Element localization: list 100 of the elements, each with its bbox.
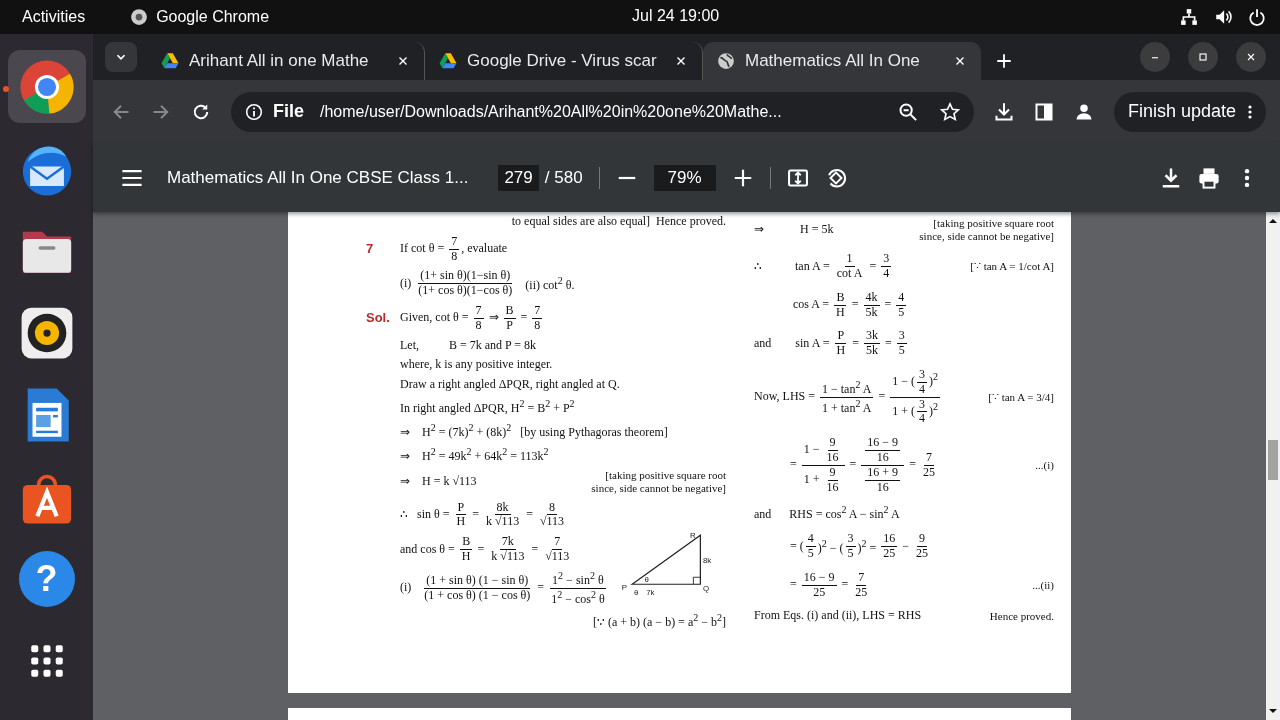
- fraction: B P: [503, 304, 516, 333]
- fraction: 7 8: [449, 234, 460, 264]
- fraction: (1 + sin θ) (1 − sin θ) (1 + cos θ) (1 − cos θ): [423, 573, 532, 603]
- math-text: =: [789, 578, 798, 592]
- math-text: From Eqs. (i) and (ii), LHS = RHS: [754, 609, 922, 624]
- dock-app[interactable]: ?: [7, 542, 86, 615]
- network-icon[interactable]: [1180, 8, 1198, 26]
- document-title: Mathematics All In One CBSE Class 1...: [167, 167, 469, 188]
- math-text: =: [868, 259, 878, 274]
- star-icon[interactable]: [939, 101, 960, 122]
- fraction: 8 √113: [538, 500, 566, 530]
- scroll-up-icon[interactable]: [1268, 216, 1278, 226]
- math-text: Let, B = 7k and P = 8k: [400, 338, 537, 353]
- clock[interactable]: Jul 24 19:00: [632, 7, 720, 25]
- side-note: to equal sides are also equal] Hence proved.: [511, 215, 726, 229]
- fraction: 1 cot A: [835, 252, 864, 281]
- page-count: / 580: [544, 167, 583, 188]
- maximize-icon: [1197, 51, 1209, 63]
- math-text: =: [877, 390, 887, 405]
- math-text: In right angled ΔPQR, H$^{2}$ = B$^{2}$ + P$^{2}$: [400, 397, 575, 416]
- zoom-field[interactable]: 79%: [653, 164, 716, 191]
- fraction: 7 8: [473, 304, 484, 333]
- math-text: =: [850, 298, 860, 313]
- fraction: 3 5: [896, 329, 907, 359]
- scrollbar-thumb[interactable]: [1268, 440, 1278, 480]
- power-icon[interactable]: [1248, 8, 1266, 26]
- app-menu[interactable]: Google Chrome: [156, 8, 270, 26]
- fraction: 16 − 9 25: [801, 570, 837, 600]
- math-text: )$^{2}$ =: [857, 537, 878, 556]
- fraction: 7 25: [921, 451, 936, 480]
- math-text: =: [883, 298, 893, 313]
- question-label: Sol.: [366, 310, 391, 326]
- math-text: and sin A =: [754, 336, 831, 351]
- math-text: Given, cot θ =: [400, 311, 470, 326]
- fraction: 1 − tan$^{2}$ A 1 + tan$^{2}$ A: [820, 378, 874, 416]
- math-text: (i): [400, 581, 413, 595]
- new-tab-icon[interactable]: [995, 52, 1013, 70]
- fraction: 9 16: [825, 465, 840, 495]
- math-text: 1 − (: [892, 374, 915, 389]
- zoom-icon[interactable]: [897, 101, 918, 122]
- fraction: 7k k √113: [490, 535, 526, 564]
- math-text: =: [519, 311, 529, 326]
- fraction: 9 16: [825, 436, 840, 465]
- fraction: 3k 5k: [863, 329, 880, 359]
- fraction: B H: [834, 290, 847, 320]
- download-icon[interactable]: [993, 101, 1014, 122]
- fraction: 4 5: [896, 290, 907, 320]
- fraction: 16 + 9 16: [865, 465, 901, 495]
- side-note: [taking positive square root since, side cannot be negative]: [590, 469, 726, 495]
- scroll-down-icon[interactable]: [1268, 706, 1278, 716]
- math-text: )$^{2}$: [929, 374, 938, 389]
- math-text: −: [901, 539, 911, 554]
- download-icon[interactable]: [1160, 166, 1182, 189]
- math-text: =: [536, 581, 546, 595]
- math-text: ⇒ H$^{2}$ = 49k$^{2}$ + 64k$^{2}$ = 113k$^{2}$: [400, 445, 549, 464]
- math-text: ∴ sin θ =: [400, 508, 451, 522]
- question-label: 7: [366, 241, 375, 257]
- fraction: P H: [834, 329, 848, 359]
- globe-icon: [717, 52, 735, 70]
- side-note: ...(i): [1035, 459, 1054, 472]
- chrome-icon: [17, 57, 76, 116]
- math-text: =: [908, 458, 917, 473]
- math-text: =: [851, 336, 860, 351]
- page-number-field[interactable]: 279: [498, 164, 539, 191]
- math-text: Draw a right angled ΔPQR, right angled at Q.: [400, 378, 620, 392]
- close-icon: [1245, 51, 1257, 63]
- side-panel-icon[interactable]: [1033, 101, 1054, 122]
- math-text: = (: [789, 539, 804, 554]
- close-button[interactable]: [1236, 42, 1266, 72]
- math-text: ⇒: [487, 311, 500, 326]
- math-text: cos A =: [792, 298, 831, 313]
- fraction: 16 − 9 16: [865, 436, 901, 465]
- math-text: 1 +: [803, 471, 821, 486]
- more-icon: [1248, 103, 1252, 120]
- fraction: 3 5: [845, 532, 856, 561]
- fraction: P H: [454, 500, 468, 530]
- tab-search-button[interactable]: [105, 42, 137, 72]
- math-text: )$^{2}$: [929, 403, 938, 418]
- fraction: B H: [459, 535, 473, 564]
- fraction: 1$^{2}$ − sin$^{2}$ θ 1$^{2}$ − cos$^{2}$ θ: [549, 569, 607, 607]
- math-text: =: [789, 458, 798, 473]
- fit-page-icon[interactable]: [786, 166, 809, 189]
- activities-button[interactable]: Activities: [22, 8, 86, 26]
- browser-tab[interactable]: Mathematics All In One: [703, 42, 981, 80]
- fraction: 4 5: [805, 532, 816, 561]
- finish-update-button[interactable]: Finish update: [1113, 91, 1266, 132]
- info-icon: [245, 102, 263, 121]
- dock-app[interactable]: [7, 50, 86, 123]
- math-text: ⇒ H = k √113: [400, 475, 477, 489]
- drive-icon: [161, 52, 179, 70]
- print-icon[interactable]: [1198, 166, 1220, 189]
- math-text: =: [471, 508, 480, 522]
- address-bar[interactable]: File /home/user/Downloads/Arihant%20All%20in%20one%20Mathe...: [231, 91, 974, 132]
- fraction: 7 √113: [544, 535, 571, 564]
- side-note: [∵ tan A = 1/cot A]: [970, 260, 1054, 273]
- fraction: 3 4: [917, 368, 927, 397]
- maximize-button[interactable]: [1188, 42, 1218, 72]
- side-note: [∵ tan A = 3/4]: [988, 390, 1054, 404]
- math-text: and cos θ =: [400, 542, 456, 557]
- volume-icon[interactable]: [1214, 8, 1232, 26]
